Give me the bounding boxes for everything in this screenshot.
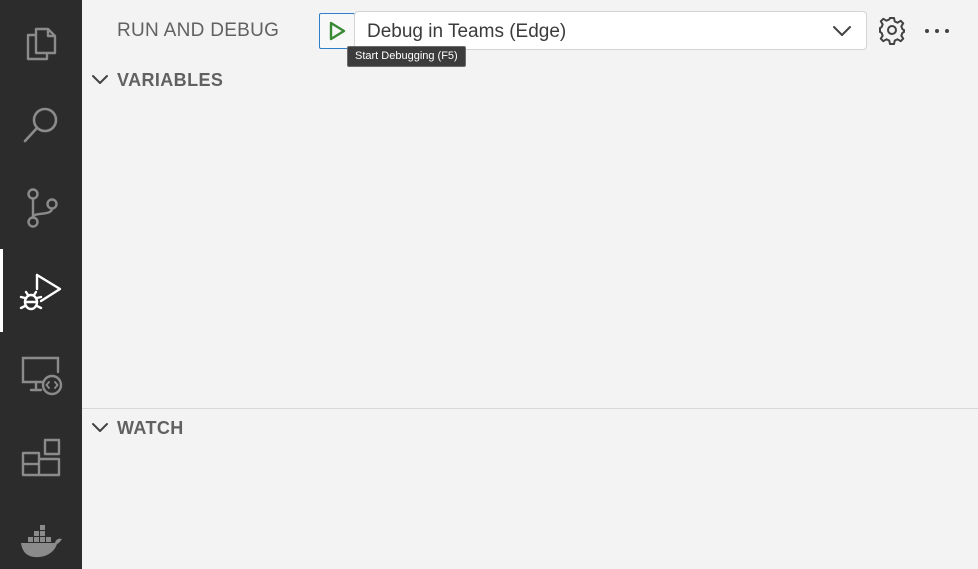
chevron-down-icon bbox=[833, 26, 851, 36]
remote-explorer-icon bbox=[21, 356, 63, 395]
gear-icon bbox=[879, 17, 905, 45]
sidebar-title: RUN AND DEBUG bbox=[117, 20, 280, 41]
activity-run-debug[interactable] bbox=[0, 249, 82, 332]
section-divider[interactable] bbox=[82, 408, 978, 409]
activity-docker[interactable] bbox=[0, 498, 82, 569]
variables-panel bbox=[82, 95, 978, 407]
more-actions-button[interactable] bbox=[922, 16, 952, 46]
search-icon bbox=[23, 107, 58, 142]
watch-section-header[interactable]: WATCH bbox=[82, 413, 978, 443]
activity-source-control[interactable] bbox=[0, 166, 82, 249]
chevron-down-icon bbox=[92, 423, 108, 432]
files-icon bbox=[26, 27, 57, 60]
variables-section-title: VARIABLES bbox=[117, 70, 224, 90]
open-launch-json-button[interactable] bbox=[877, 16, 907, 46]
activity-extensions[interactable] bbox=[0, 415, 82, 498]
variables-section-header[interactable]: VARIABLES bbox=[82, 65, 978, 95]
docker-icon bbox=[21, 524, 62, 557]
sidebar-header: RUN AND DEBUG Debug in Teams (Edge) Star… bbox=[82, 0, 978, 67]
activity-search[interactable] bbox=[0, 83, 82, 166]
activity-files[interactable] bbox=[0, 0, 82, 83]
vscode-window: RUN AND DEBUG Debug in Teams (Edge) Star… bbox=[0, 0, 978, 569]
activity-remote-explorer[interactable] bbox=[0, 332, 82, 415]
run-debug-sidebar: RUN AND DEBUG Debug in Teams (Edge) Star… bbox=[82, 0, 978, 569]
watch-section-title: WATCH bbox=[117, 418, 184, 438]
activity-bar bbox=[0, 0, 82, 569]
start-debugging-button[interactable] bbox=[319, 13, 355, 49]
play-icon bbox=[329, 21, 346, 41]
start-debugging-tooltip: Start Debugging (F5) bbox=[347, 46, 466, 67]
debug-configuration-select[interactable]: Debug in Teams (Edge) bbox=[354, 11, 867, 50]
run-debug-icon bbox=[19, 273, 62, 310]
chevron-down-icon bbox=[92, 75, 108, 84]
source-control-icon bbox=[27, 187, 58, 228]
extensions-icon bbox=[21, 438, 61, 476]
debug-configuration-label: Debug in Teams (Edge) bbox=[367, 21, 567, 42]
more-horizontal-icon bbox=[925, 29, 949, 33]
watch-panel bbox=[82, 443, 978, 569]
